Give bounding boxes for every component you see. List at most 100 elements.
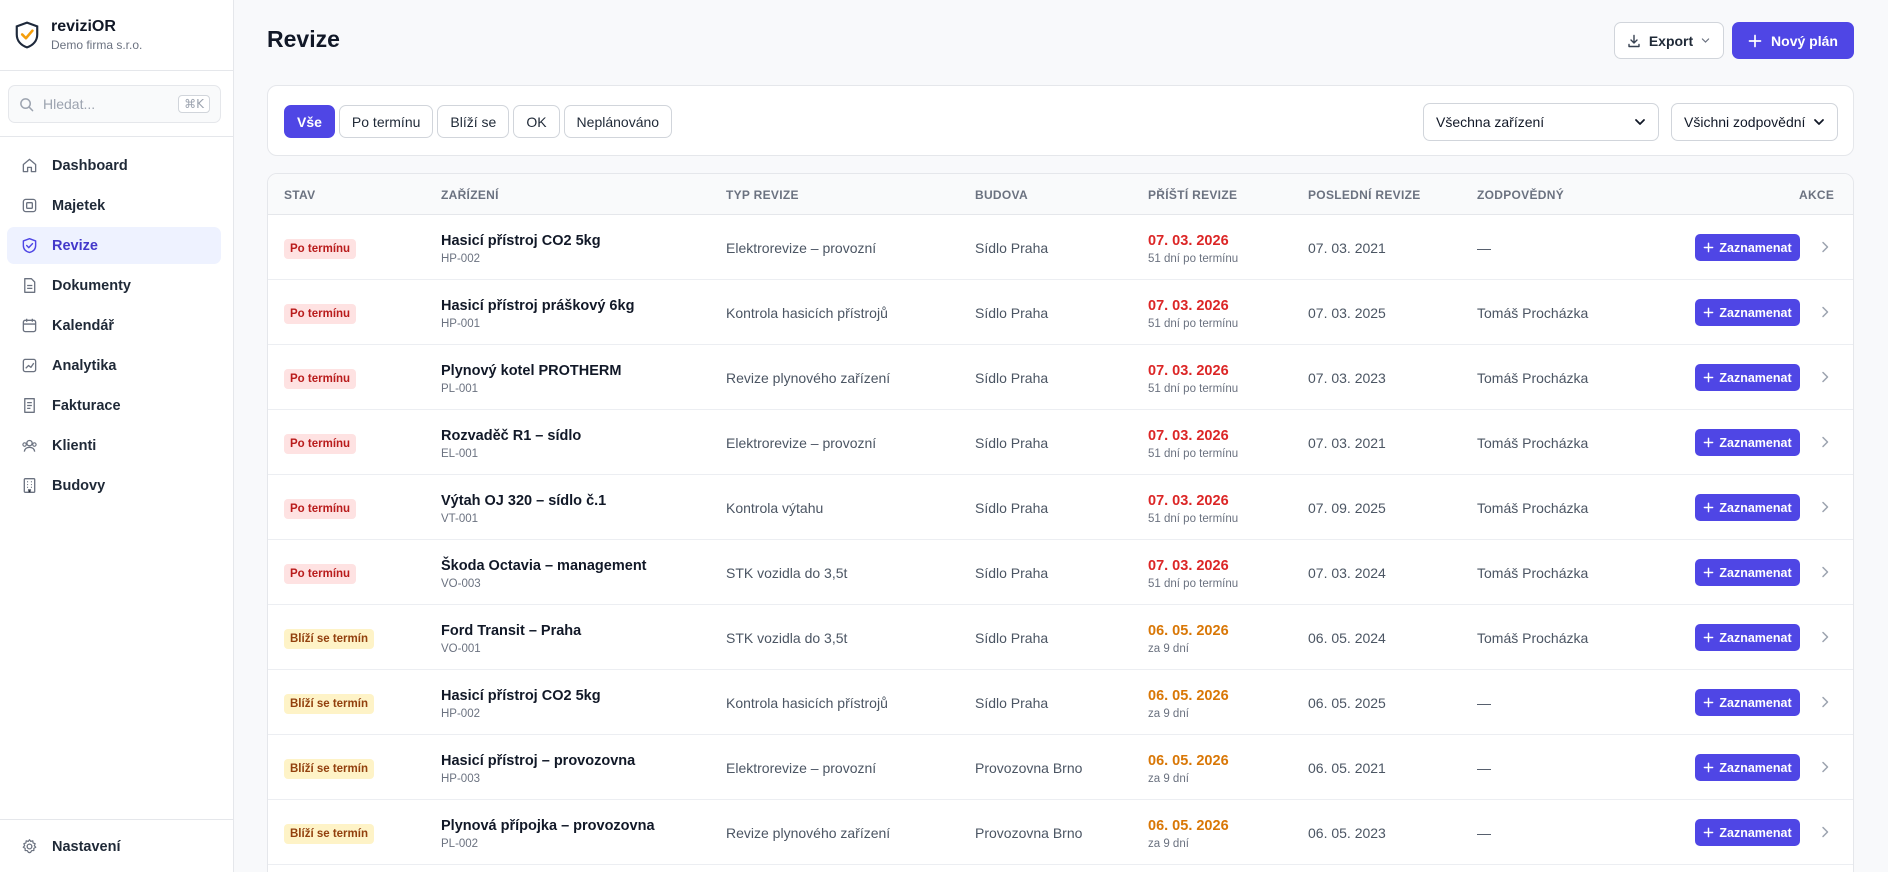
chevron-right-icon[interactable]: [1818, 240, 1832, 254]
device-name[interactable]: Plynový kotel PROTHERM: [441, 363, 621, 379]
next-revision-note: za 9 dní: [1148, 773, 1189, 785]
record-button[interactable]: Zaznamenat: [1695, 299, 1800, 326]
column-header-status[interactable]: STAV: [284, 188, 315, 202]
responsible-select[interactable]: Všichni zodpovědní: [1671, 103, 1838, 141]
record-button[interactable]: Zaznamenat: [1695, 754, 1800, 781]
record-button[interactable]: Zaznamenat: [1695, 819, 1800, 846]
chevron-right-icon[interactable]: [1818, 435, 1832, 449]
chevron-down-icon: [1635, 119, 1645, 125]
device-code: HP-002: [441, 253, 480, 265]
export-button[interactable]: Export: [1614, 22, 1724, 59]
responsible-person: Tomáš Procházka: [1477, 630, 1589, 646]
column-header-next[interactable]: PŘÍŠTÍ REVIZE: [1148, 188, 1237, 202]
sidebar-item-budovy[interactable]: Budovy: [7, 467, 221, 504]
column-header-responsible[interactable]: ZODPOVĚDNÝ: [1477, 188, 1564, 202]
record-button-label: Zaznamenat: [1719, 760, 1792, 775]
filter-chip-ok[interactable]: OK: [513, 105, 560, 138]
table-row[interactable]: Blíží se termín Hasicí přístroj – provoz…: [268, 735, 1853, 800]
search-icon: [20, 97, 34, 111]
next-revision-date: 07. 03. 2026: [1148, 233, 1229, 249]
filter-chip-overdue[interactable]: Po termínu: [338, 105, 434, 138]
table-row[interactable]: Po termínu Výtah OJ 320 – sídlo č.1 VT-0…: [268, 475, 1853, 540]
column-header-type[interactable]: TYP REVIZE: [726, 188, 799, 202]
next-revision-date: 07. 03. 2026: [1148, 298, 1229, 314]
record-button[interactable]: Zaznamenat: [1695, 559, 1800, 586]
status-badge: Blíží se termín: [284, 759, 374, 779]
next-revision-note: za 9 dní: [1148, 708, 1189, 720]
page-title: Revize: [267, 26, 340, 52]
sidebar-item-revize[interactable]: Revize: [7, 227, 221, 264]
table-row[interactable]: Po termínu Plynový kotel PROTHERM PL-001…: [268, 345, 1853, 410]
chevron-right-icon[interactable]: [1818, 370, 1832, 384]
device-name[interactable]: Plynová přípojka – provozovna: [441, 818, 655, 834]
chevron-right-icon[interactable]: [1818, 630, 1832, 644]
sidebar-item-klienti[interactable]: Klienti: [7, 427, 221, 464]
sidebar-item-nastaveni[interactable]: Nastavení: [7, 828, 221, 865]
device-name[interactable]: Hasicí přístroj CO2 5kg: [441, 233, 601, 249]
device-name[interactable]: Výtah OJ 320 – sídlo č.1: [441, 493, 606, 509]
record-button-label: Zaznamenat: [1719, 370, 1792, 385]
building: Sídlo Praha: [975, 435, 1049, 451]
devices-select[interactable]: Všechna zařízení: [1423, 103, 1659, 141]
brand-name: reviziOR: [51, 18, 116, 35]
invoice-icon: [24, 398, 35, 413]
record-button[interactable]: Zaznamenat: [1695, 234, 1800, 261]
sidebar-item-kalendar[interactable]: Kalendář: [7, 307, 221, 344]
sidebar-item-dokumenty[interactable]: Dokumenty: [7, 267, 221, 304]
table-row[interactable]: Po termínu Hasicí přístroj CO2 5kg HP-00…: [268, 215, 1853, 280]
next-revision-note: 51 dní po termínu: [1148, 448, 1239, 460]
chevron-right-icon[interactable]: [1818, 565, 1832, 579]
device-name[interactable]: Rozvaděč R1 – sídlo: [441, 428, 581, 444]
status-badge: Blíží se termín: [284, 629, 374, 649]
search-shortcut: ⌘K: [178, 95, 210, 113]
chevron-right-icon[interactable]: [1818, 695, 1832, 709]
record-button[interactable]: Zaznamenat: [1695, 624, 1800, 651]
filter-chip-unplanned[interactable]: Neplánováno: [563, 105, 673, 138]
plus-icon: [1704, 307, 1714, 318]
chevron-right-icon[interactable]: [1818, 305, 1832, 319]
device-name[interactable]: Hasicí přístroj práškový 6kg: [441, 298, 634, 314]
search-box[interactable]: ⌘K: [8, 85, 221, 123]
table-row[interactable]: Po termínu Hasicí přístroj práškový 6kg …: [268, 280, 1853, 345]
sidebar-item-dashboard[interactable]: Dashboard: [7, 147, 221, 184]
device-name[interactable]: Hasicí přístroj CO2 5kg: [441, 688, 601, 704]
column-header-last[interactable]: POSLEDNÍ REVIZE: [1308, 188, 1421, 202]
device-code: VO-001: [441, 643, 481, 655]
sidebar-item-analytika[interactable]: Analytika: [7, 347, 221, 384]
chevron-down-icon: [1814, 119, 1824, 125]
next-revision-note: za 9 dní: [1148, 643, 1189, 655]
table-row[interactable]: Po termínu Rozvaděč R1 – sídlo EL-001 El…: [268, 410, 1853, 475]
filter-bar: Vše Po termínu Blíží se OK Neplánováno V…: [267, 85, 1854, 156]
search-input[interactable]: [43, 96, 179, 112]
chevron-right-icon[interactable]: [1818, 500, 1832, 514]
next-revision-date: 07. 03. 2026: [1148, 558, 1229, 574]
sidebar-item-majetek[interactable]: Majetek: [7, 187, 221, 224]
table-row[interactable]: Po termínu Škoda Octavia – management VO…: [268, 540, 1853, 605]
sidebar-item-fakturace[interactable]: Fakturace: [7, 387, 221, 424]
brand[interactable]: reviziOR Demo firma s.r.o.: [0, 0, 233, 71]
chevron-right-icon[interactable]: [1818, 825, 1832, 839]
new-plan-button[interactable]: Nový plán: [1732, 22, 1854, 59]
table-row[interactable]: Blíží se termín Hasicí přístroj CO2 5kg …: [268, 670, 1853, 735]
device-name[interactable]: Ford Transit – Praha: [441, 623, 581, 639]
record-button[interactable]: Zaznamenat: [1695, 689, 1800, 716]
chevron-right-icon[interactable]: [1818, 760, 1832, 774]
device-name[interactable]: Hasicí přístroj – provozovna: [441, 753, 635, 769]
record-button[interactable]: Zaznamenat: [1695, 429, 1800, 456]
column-header-device[interactable]: ZAŘÍZENÍ: [441, 188, 499, 202]
device-name[interactable]: Škoda Octavia – management: [441, 558, 647, 574]
filter-chip-all[interactable]: Vše: [284, 105, 335, 138]
sidebar-item-label: Budovy: [52, 477, 106, 494]
sidebar-item-label: Klienti: [52, 437, 97, 454]
record-button[interactable]: Zaznamenat: [1695, 364, 1800, 391]
download-icon: [1628, 34, 1640, 47]
filter-chip-upcoming[interactable]: Blíží se: [437, 105, 510, 138]
revision-type: Elektrorevize – provozní: [726, 760, 877, 776]
table-row[interactable]: Blíží se termín Plynová přípojka – provo…: [268, 800, 1853, 865]
responsible-person: Tomáš Procházka: [1477, 370, 1589, 386]
plus-icon: [1704, 632, 1714, 643]
record-button[interactable]: Zaznamenat: [1695, 494, 1800, 521]
table-row[interactable]: Blíží se termín Ford Transit – Praha VO-…: [268, 605, 1853, 670]
record-button-label: Zaznamenat: [1719, 630, 1792, 645]
column-header-building[interactable]: BUDOVA: [975, 188, 1028, 202]
